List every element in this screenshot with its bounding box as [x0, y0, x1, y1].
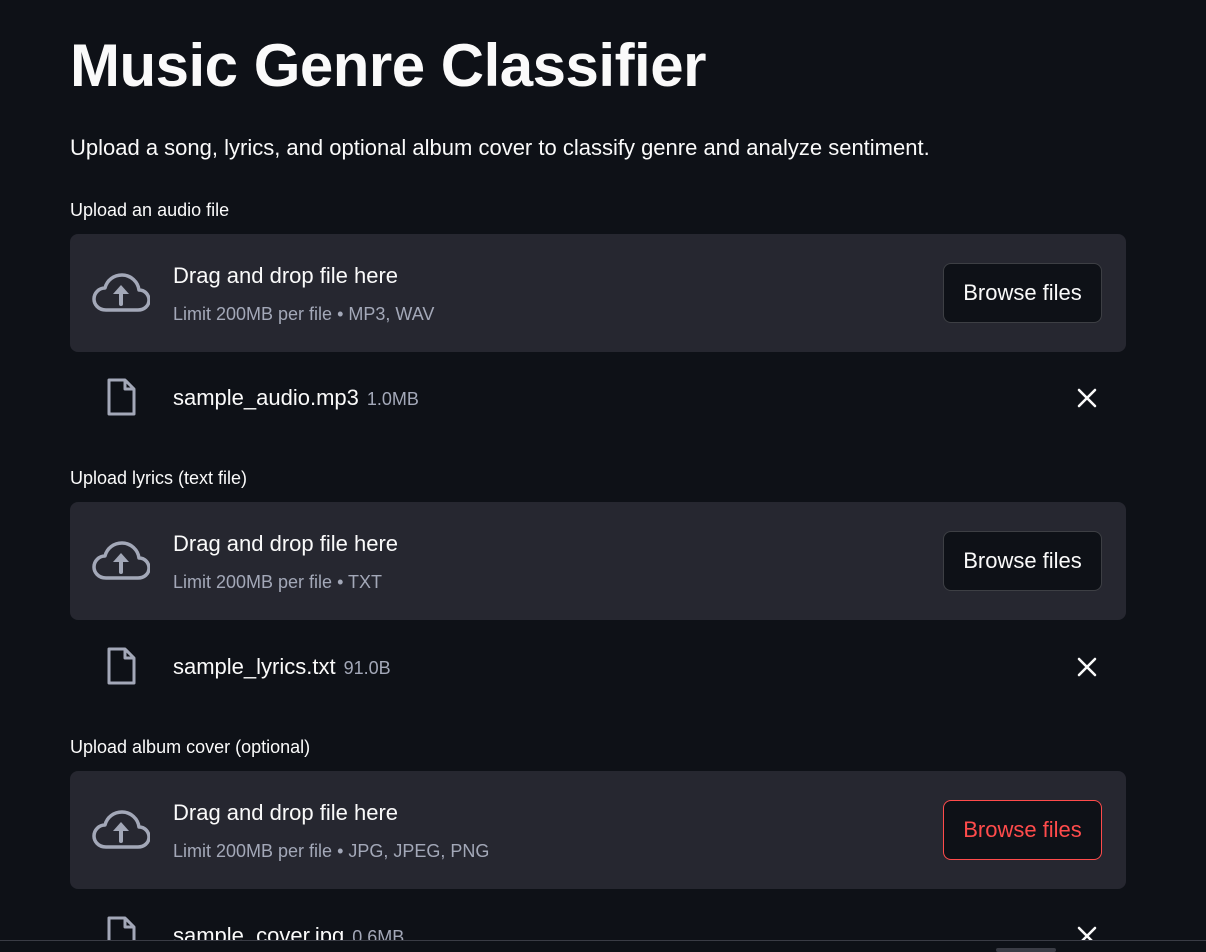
cover-uploader-label: Upload album cover (optional) — [70, 737, 311, 757]
close-icon[interactable] — [1071, 651, 1103, 683]
app-page: Music Genre Classifier Upload a song, ly… — [0, 0, 1206, 952]
cover-browse-files-button[interactable]: Browse files — [943, 800, 1102, 860]
dropzone-limit-text: Limit 200MB per file • TXT — [173, 572, 383, 592]
close-icon[interactable] — [1071, 382, 1103, 414]
audio-uploader-label: Upload an audio file — [70, 200, 230, 220]
audio-browse-files-button[interactable]: Browse files — [943, 263, 1102, 323]
dropzone-limit-text: Limit 200MB per file • JPG, JPEG, PNG — [173, 841, 490, 861]
page-title: Music Genre Classifier — [70, 32, 706, 99]
scrollbar-thumb[interactable] — [996, 948, 1056, 952]
uploaded-file-size: 91.0B — [343, 658, 391, 678]
file-icon — [107, 647, 136, 685]
uploaded-file-name: sample_lyrics.txt — [173, 654, 336, 679]
audio-dropzone[interactable]: Drag and drop file here Limit 200MB per … — [70, 234, 1126, 352]
cover-dropzone[interactable]: Drag and drop file here Limit 200MB per … — [70, 771, 1126, 889]
lyrics-browse-files-button[interactable]: Browse files — [943, 531, 1102, 591]
file-icon — [107, 378, 136, 416]
dropzone-instruction: Drag and drop file here — [173, 531, 399, 556]
dropzone-instruction: Drag and drop file here — [173, 263, 399, 288]
audio-uploaded-file: sample_audio.mp3 1.0MB — [70, 374, 1126, 424]
dropzone-instruction: Drag and drop file here — [173, 800, 399, 825]
cloud-upload-icon — [92, 810, 150, 849]
lyrics-uploaded-file: sample_lyrics.txt 91.0B — [70, 643, 1126, 693]
cloud-upload-icon — [92, 273, 150, 312]
dropzone-limit-text: Limit 200MB per file • MP3, WAV — [173, 304, 435, 324]
cloud-upload-icon — [92, 541, 150, 580]
uploaded-file-info: sample_lyrics.txt 91.0B — [173, 653, 391, 682]
lyrics-uploader-label: Upload lyrics (text file) — [70, 468, 248, 488]
uploaded-file-name: sample_audio.mp3 — [173, 385, 359, 410]
page-subtitle: Upload a song, lyrics, and optional albu… — [70, 135, 930, 160]
uploaded-file-info: sample_audio.mp3 1.0MB — [173, 384, 419, 413]
lyrics-dropzone[interactable]: Drag and drop file here Limit 200MB per … — [70, 502, 1126, 620]
uploaded-file-size: 1.0MB — [366, 389, 419, 409]
